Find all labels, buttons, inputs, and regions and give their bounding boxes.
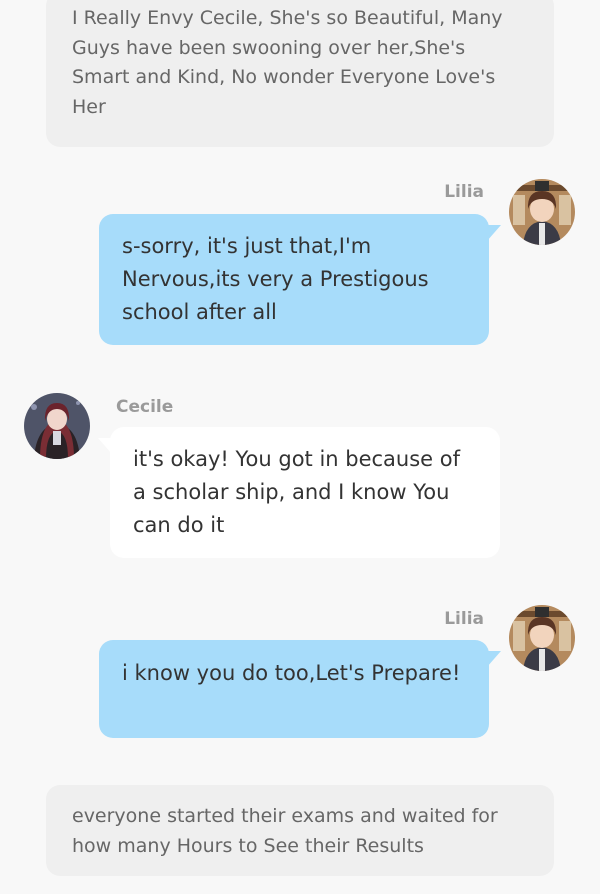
bubble-tail	[98, 438, 112, 454]
message-bubble: it's okay! You got in because of a schol…	[110, 427, 500, 558]
narration-box: I Really Envy Cecile, She's so Beautiful…	[46, 0, 554, 147]
bubble-tail	[487, 225, 501, 241]
message-text: i know you do too,Let's Prepare!	[122, 661, 461, 685]
cecile-avatar[interactable]	[24, 393, 90, 459]
lilia-avatar[interactable]	[509, 605, 575, 671]
narration-text: everyone started their exams and waited …	[72, 805, 498, 857]
message-bubble: i know you do too,Let's Prepare!	[99, 640, 489, 738]
narration-box: everyone started their exams and waited …	[46, 785, 554, 876]
narration-text: I Really Envy Cecile, She's so Beautiful…	[72, 7, 503, 118]
lilia-avatar[interactable]	[509, 179, 575, 245]
message-bubble: s-sorry, it's just that,I'm Nervous,its …	[99, 214, 489, 345]
bubble-tail	[487, 651, 501, 667]
speaker-name-cecile: Cecile	[116, 397, 174, 417]
message-text: it's okay! You got in because of a schol…	[133, 447, 461, 537]
speaker-name-lilia: Lilia	[444, 182, 484, 202]
message-text: s-sorry, it's just that,I'm Nervous,its …	[122, 234, 429, 324]
speaker-name-lilia: Lilia	[444, 609, 484, 629]
